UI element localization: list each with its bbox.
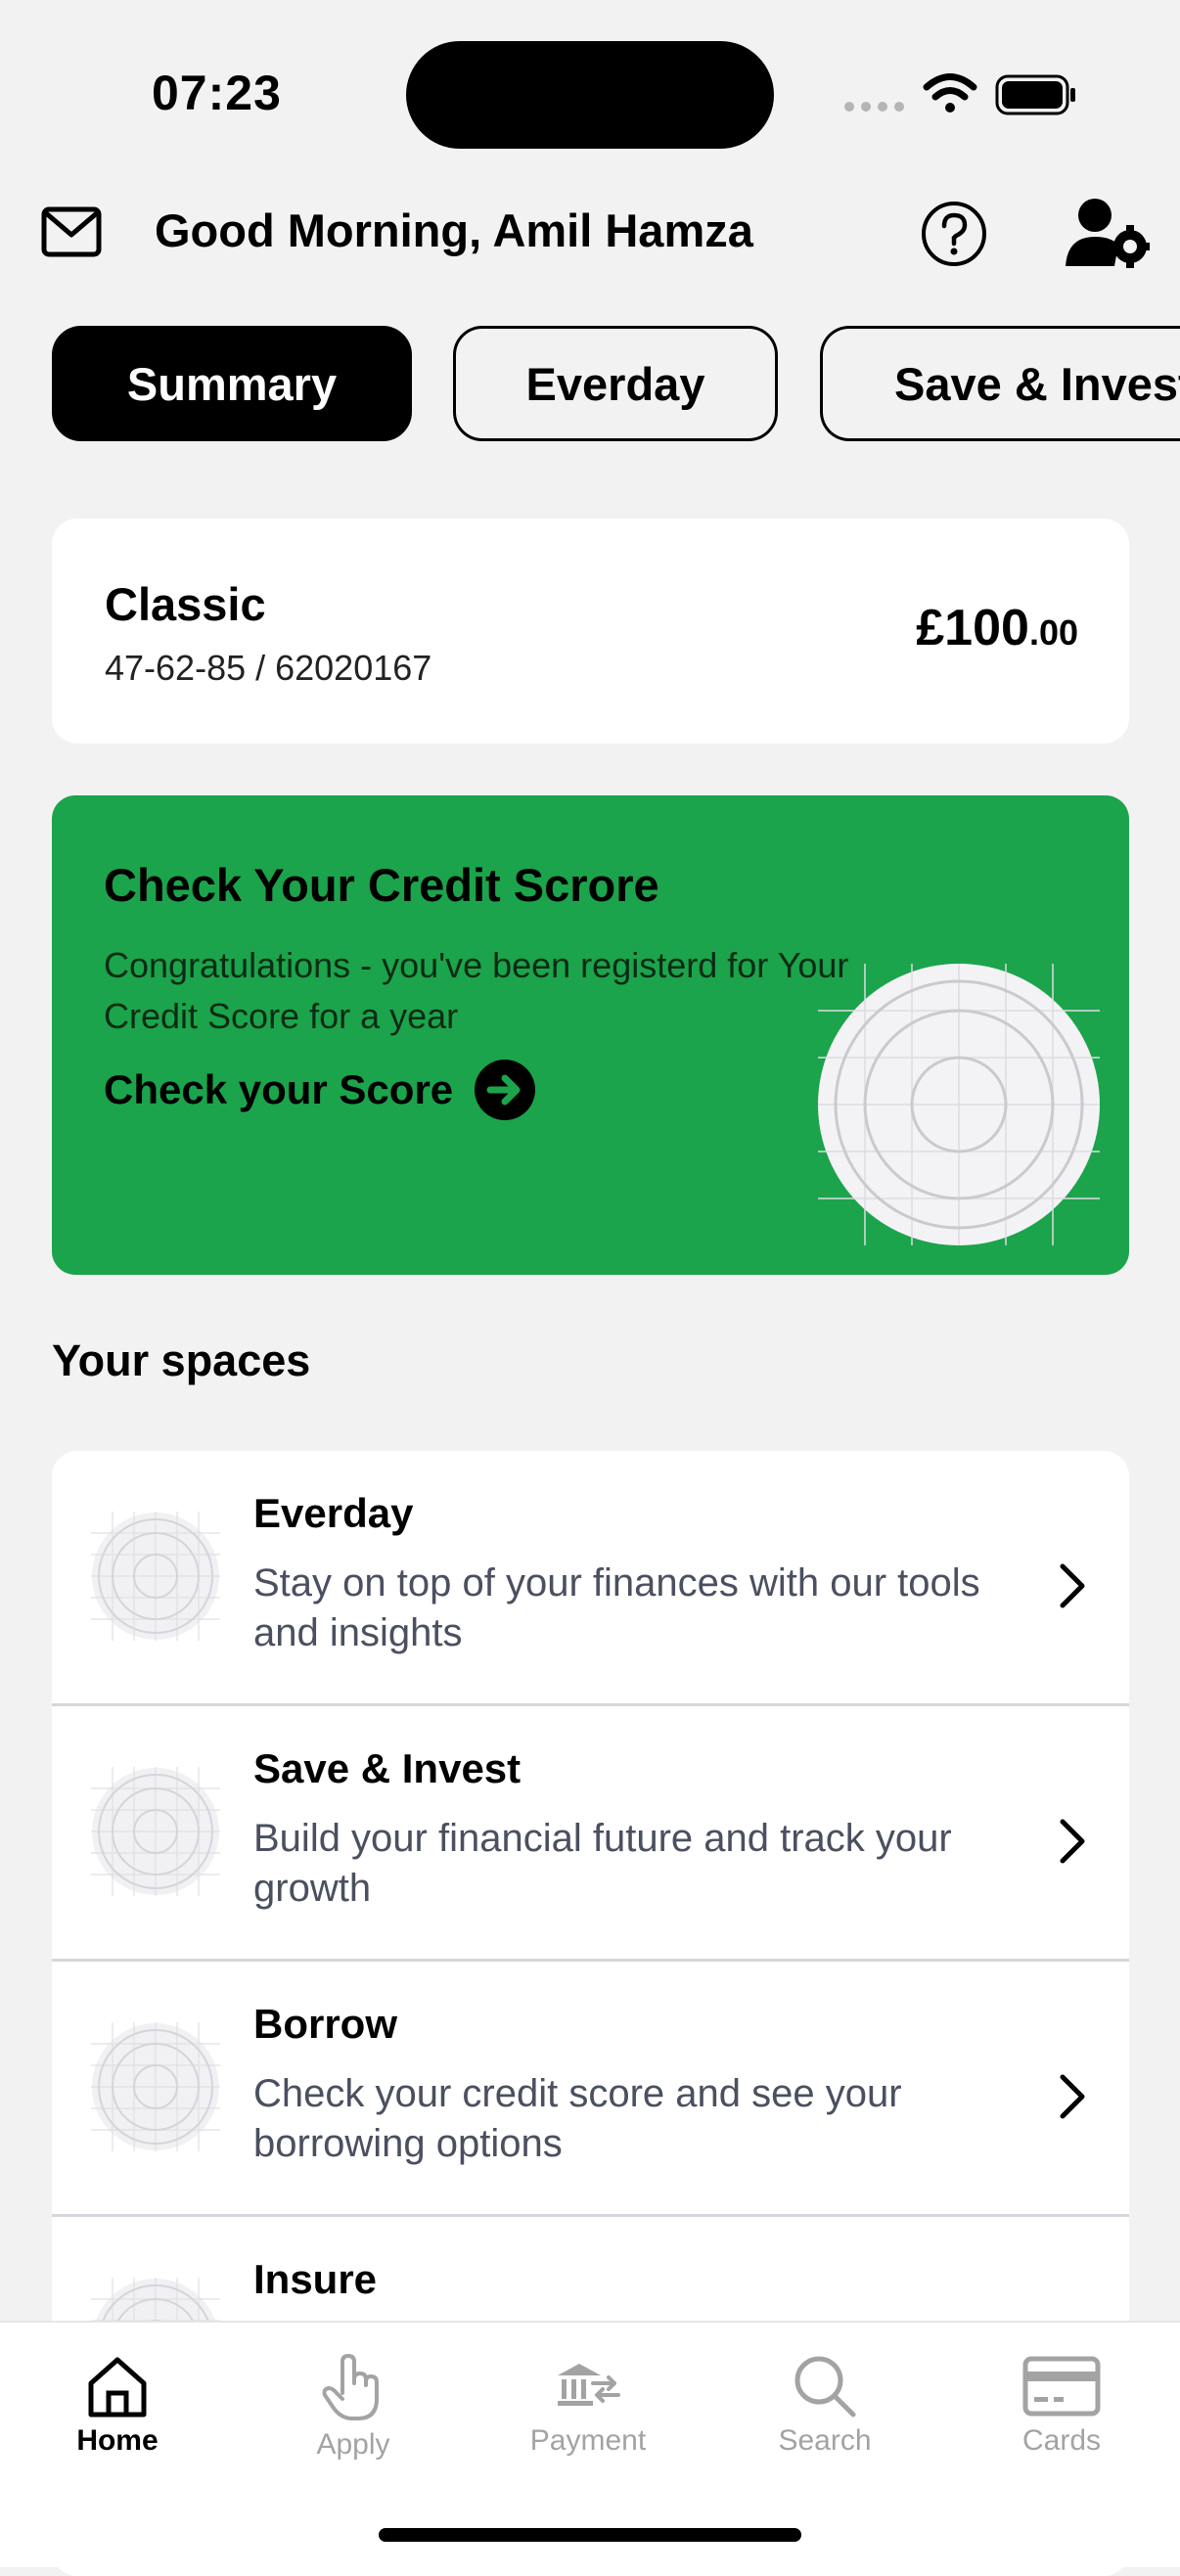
credit-score-banner[interactable]: Check Your Credit Scrore Congratulations…: [52, 795, 1129, 1275]
balance-pence: .00: [1028, 612, 1078, 653]
banner-text: Congratulations - you've been registerd …: [104, 945, 849, 1036]
account-number: 47-62-85 / 62020167: [105, 648, 432, 688]
space-title: Everday: [253, 1490, 414, 1536]
search-icon: [794, 2356, 856, 2418]
chevron-right-icon: [1060, 1819, 1085, 1864]
space-description: Build your financial future and track yo…: [253, 1817, 952, 1910]
help-icon[interactable]: [920, 200, 988, 268]
mail-icon[interactable]: [41, 206, 102, 257]
nav-home[interactable]: Home: [0, 2323, 235, 2458]
space-description: Check your credit score and see your bor…: [253, 2072, 902, 2165]
hand-pointer-icon: [322, 2354, 379, 2420]
nav-payment[interactable]: Payment: [471, 2323, 705, 2458]
space-borrow[interactable]: Borrow Check your credit score and see y…: [52, 1962, 1129, 2216]
check-score-link[interactable]: Check your Score: [104, 1060, 536, 1120]
space-title: Insure: [253, 2256, 378, 2302]
nav-cards[interactable]: Cards: [944, 2323, 1179, 2458]
space-title: Save & Invest: [253, 1745, 522, 1791]
account-name: Classic: [105, 578, 266, 630]
space-title: Borrow: [253, 2001, 397, 2047]
space-thumbnail-icon: [91, 1512, 220, 1641]
check-score-label: Check your Score: [104, 1066, 454, 1112]
space-everday[interactable]: Everday Stay on top of your finances wit…: [52, 1451, 1129, 1705]
tab-summary[interactable]: Summary: [52, 326, 412, 441]
nav-label: Apply: [316, 2428, 390, 2461]
nav-search[interactable]: Search: [707, 2323, 942, 2458]
nav-label: Cards: [1021, 2424, 1102, 2457]
tab-save-invest[interactable]: Save & Invest: [820, 326, 1180, 441]
nav-label: Payment: [529, 2424, 647, 2457]
battery-icon: [995, 74, 1075, 115]
chevron-right-icon: [1060, 2074, 1085, 2119]
balance-main: £100: [916, 600, 1029, 656]
tab-everday[interactable]: Everday: [453, 326, 778, 441]
card-icon: [1022, 2356, 1101, 2417]
your-spaces-heading: Your spaces: [52, 1335, 311, 1385]
space-description: Stay on top of your finances with our to…: [253, 1561, 980, 1654]
space-thumbnail-icon: [91, 1767, 220, 1896]
bank-transfer-icon: [558, 2364, 620, 2406]
tab-save-invest-label: Save & Invest: [894, 357, 1180, 410]
wifi-icon: [923, 73, 977, 113]
profile-settings-icon[interactable]: [1066, 198, 1150, 270]
space-thumbnail-icon: [91, 2022, 220, 2151]
home-indicator: [379, 2528, 801, 2542]
home-icon: [88, 2357, 147, 2418]
cellular-signal-icon: [844, 102, 904, 112]
arrow-right-circle-icon: [475, 1060, 536, 1120]
nav-label: Search: [778, 2424, 872, 2457]
greeting: Good Morning, Amil Hamza: [155, 204, 753, 256]
chevron-right-icon: [1060, 1563, 1085, 1608]
banner-title: Check Your Credit Scrore: [104, 859, 659, 911]
dynamic-island: [406, 41, 774, 149]
nav-apply[interactable]: Apply: [236, 2323, 471, 2462]
account-balance: £100.00: [916, 599, 1078, 657]
status-time: 07:23: [152, 66, 282, 120]
credit-score-placeholder-image: [818, 964, 1100, 1245]
space-save-invest[interactable]: Save & Invest Build your financial futur…: [52, 1706, 1129, 1961]
nav-label: Home: [76, 2424, 159, 2457]
